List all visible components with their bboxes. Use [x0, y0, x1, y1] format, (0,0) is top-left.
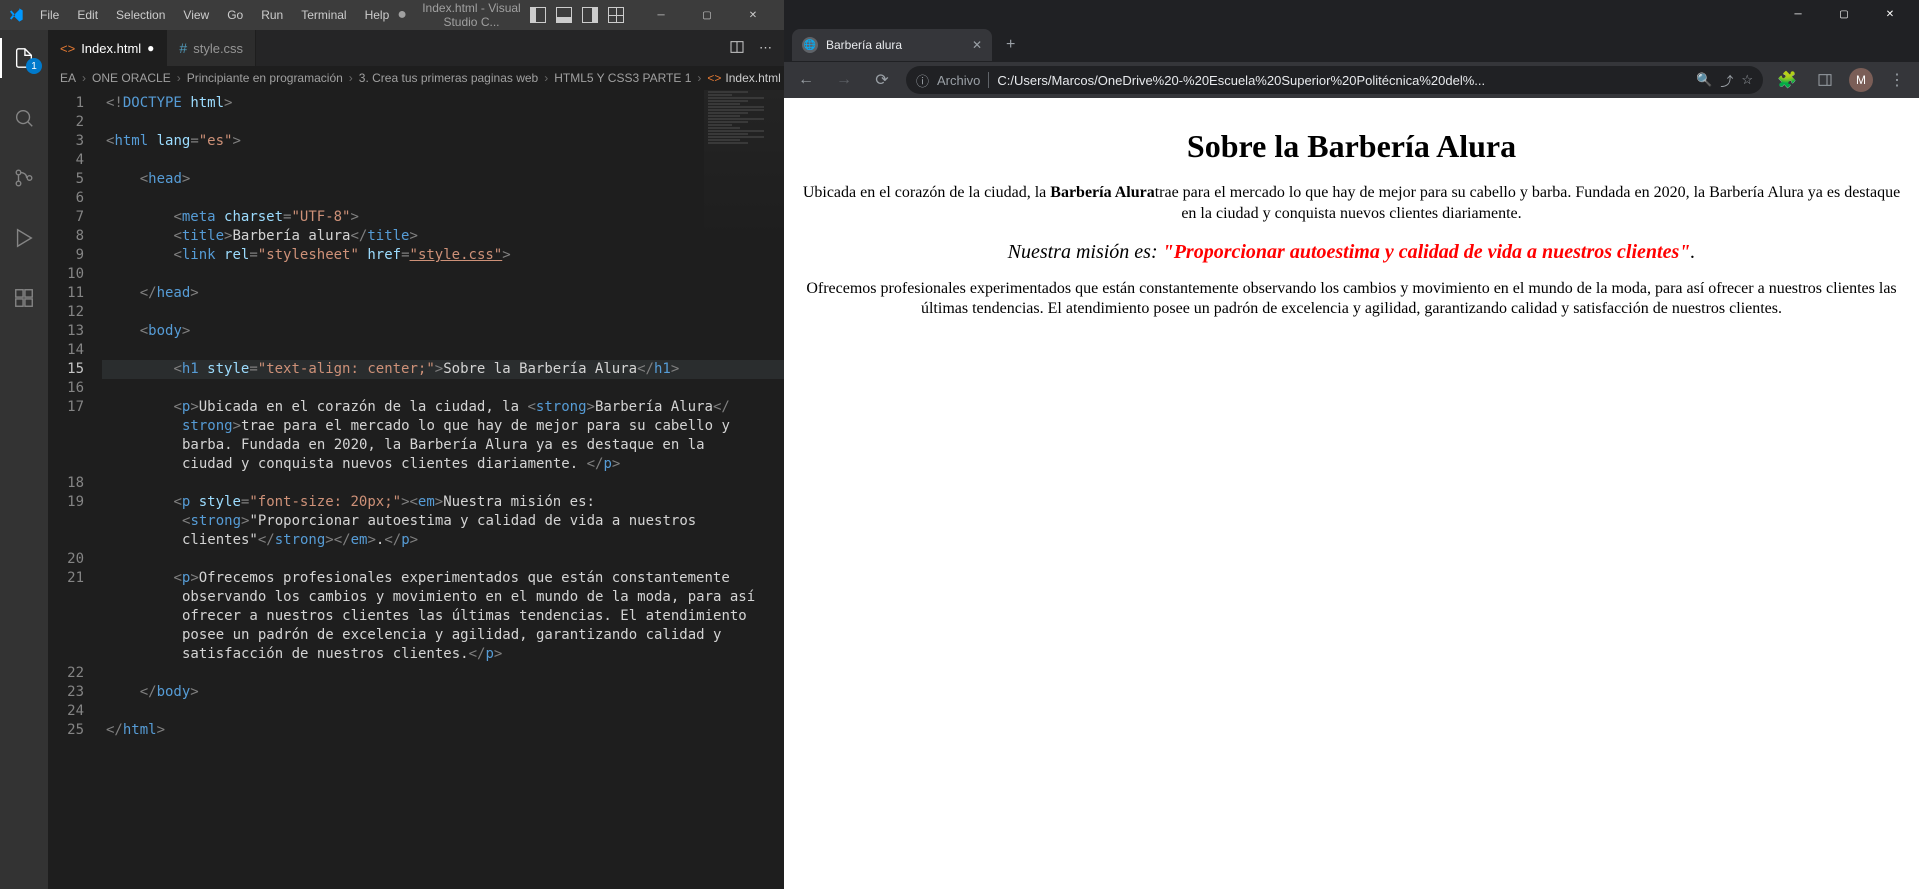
layout-controls	[530, 7, 624, 23]
tab-label: style.css	[193, 41, 243, 56]
browser-window-controls: ─ ▢ ✕	[1775, 0, 1913, 28]
toolbar-right: 🧩 M ⋮	[1773, 66, 1911, 94]
reload-button[interactable]: ⟳	[868, 66, 896, 94]
extensions-puzzle-icon[interactable]: 🧩	[1773, 66, 1801, 94]
browser-titlebar: ─ ▢ ✕	[784, 0, 1919, 28]
minimize-button[interactable]: ─	[1775, 0, 1821, 28]
zoom-icon[interactable]: 🔍	[1696, 72, 1712, 88]
forward-button[interactable]: →	[830, 66, 858, 94]
code-editor[interactable]: 1234567891011121314151617181920212223242…	[48, 90, 784, 889]
activity-bar: 1	[0, 30, 48, 889]
share-icon[interactable]: ⤴	[1720, 71, 1733, 90]
tab-label: Index.html	[81, 41, 141, 56]
browser-window: ─ ▢ ✕ 🌐 Barbería alura ✕ + ← → ⟳ ⓘ Archi…	[784, 0, 1919, 889]
tab-style-css[interactable]: # style.css	[167, 30, 256, 66]
browser-toolbar: ← → ⟳ ⓘ Archivo C:/Users/Marcos/OneDrive…	[784, 62, 1919, 98]
customize-layout-icon[interactable]	[608, 7, 624, 23]
vscode-titlebar: File Edit Selection View Go Run Terminal…	[0, 0, 784, 30]
toggle-panel-icon[interactable]	[556, 7, 572, 23]
minimize-button[interactable]: ─	[638, 0, 684, 30]
address-scheme-label: Archivo	[937, 73, 980, 88]
strong-brand: Barbería Alura	[1050, 184, 1154, 201]
close-button[interactable]: ✕	[1867, 0, 1913, 28]
extensions-icon[interactable]	[0, 278, 48, 318]
new-tab-button[interactable]: +	[1000, 36, 1021, 54]
editor-tabs: <> Index.html ● # style.css ⋯	[48, 30, 784, 66]
browser-tab[interactable]: 🌐 Barbería alura ✕	[792, 29, 992, 61]
window-controls: ─ ▢ ✕	[638, 0, 776, 30]
vscode-body: 1 <> Index.html ●	[0, 30, 784, 889]
menu-view[interactable]: View	[175, 4, 217, 26]
address-bar[interactable]: ⓘ Archivo C:/Users/Marcos/OneDrive%20-%2…	[906, 66, 1763, 94]
tab-actions: ⋯	[729, 30, 784, 66]
menu-terminal[interactable]: Terminal	[293, 4, 354, 26]
url-text: C:/Users/Marcos/OneDrive%20-%20Escuela%2…	[997, 73, 1688, 88]
source-control-icon[interactable]	[0, 158, 48, 198]
menu-bar: File Edit Selection View Go Run Terminal…	[32, 4, 397, 26]
more-actions-icon[interactable]: ⋯	[759, 40, 772, 56]
editor-area: <> Index.html ● # style.css ⋯ E	[48, 30, 784, 889]
page-title: Sobre la Barbería Alura	[796, 128, 1907, 165]
maximize-button[interactable]: ▢	[684, 0, 730, 30]
breadcrumb-item[interactable]: EA	[60, 71, 76, 85]
modified-dot-icon: ●	[147, 41, 154, 55]
profile-avatar[interactable]: M	[1849, 68, 1873, 92]
minimap[interactable]	[704, 90, 784, 250]
tab-index-html[interactable]: <> Index.html ●	[48, 30, 167, 66]
mission-quote: "Proporcionar autoestima y calidad de vi…	[1163, 241, 1691, 263]
toggle-secondary-sidebar-icon[interactable]	[582, 7, 598, 23]
css-file-icon: #	[179, 40, 187, 56]
close-button[interactable]: ✕	[730, 0, 776, 30]
close-tab-icon[interactable]: ✕	[972, 38, 982, 52]
breadcrumb-item[interactable]: 3. Crea tus primeras paginas web	[359, 71, 538, 85]
site-info-icon[interactable]: ⓘ	[916, 71, 929, 90]
search-icon[interactable]	[0, 98, 48, 138]
window-title: ● Index.html - Visual Studio C...	[397, 1, 530, 29]
code-content[interactable]: <!DOCTYPE html> <html lang="es"> <head> …	[102, 90, 784, 889]
line-number-gutter: 1234567891011121314151617181920212223242…	[48, 90, 102, 889]
menu-file[interactable]: File	[32, 4, 67, 26]
window-title-text: Index.html - Visual Studio C...	[413, 1, 530, 29]
menu-edit[interactable]: Edit	[69, 4, 106, 26]
divider	[988, 72, 989, 88]
split-editor-icon[interactable]	[729, 39, 745, 58]
browser-tab-title: Barbería alura	[826, 38, 902, 52]
breadcrumb-file[interactable]: <> Index.html	[707, 71, 780, 85]
html-file-icon: <>	[707, 71, 721, 85]
browser-page-content: Sobre la Barbería Alura Ubicada en el co…	[784, 98, 1919, 889]
menu-selection[interactable]: Selection	[108, 4, 173, 26]
menu-run[interactable]: Run	[253, 4, 291, 26]
maximize-button[interactable]: ▢	[1821, 0, 1867, 28]
breadcrumbs[interactable]: EA› ONE ORACLE› Principiante en programa…	[48, 66, 784, 90]
breadcrumb-item[interactable]: HTML5 Y CSS3 PARTE 1	[554, 71, 691, 85]
menu-help[interactable]: Help	[357, 4, 398, 26]
breadcrumb-item[interactable]: ONE ORACLE	[92, 71, 171, 85]
globe-icon: 🌐	[802, 37, 818, 53]
html-file-icon: <>	[60, 41, 75, 56]
explorer-icon[interactable]: 1	[0, 38, 48, 78]
bookmark-icon[interactable]: ☆	[1741, 72, 1753, 88]
breadcrumb-item[interactable]: Principiante en programación	[187, 71, 343, 85]
back-button[interactable]: ←	[792, 66, 820, 94]
toggle-sidebar-icon[interactable]	[530, 7, 546, 23]
browser-tab-strip: 🌐 Barbería alura ✕ +	[784, 28, 1919, 62]
paragraph-body: Ofrecemos profesionales experimentados q…	[796, 279, 1907, 321]
paragraph-mission: Nuestra misión es: "Proporcionar autoest…	[796, 239, 1907, 265]
vscode-window: File Edit Selection View Go Run Terminal…	[0, 0, 784, 889]
explorer-badge: 1	[26, 58, 42, 74]
chrome-menu-icon[interactable]: ⋮	[1883, 66, 1911, 94]
menu-go[interactable]: Go	[219, 4, 251, 26]
side-panel-icon[interactable]	[1811, 66, 1839, 94]
paragraph-intro: Ubicada en el corazón de la ciudad, la B…	[796, 183, 1907, 225]
run-debug-icon[interactable]	[0, 218, 48, 258]
vscode-logo-icon	[8, 7, 24, 23]
